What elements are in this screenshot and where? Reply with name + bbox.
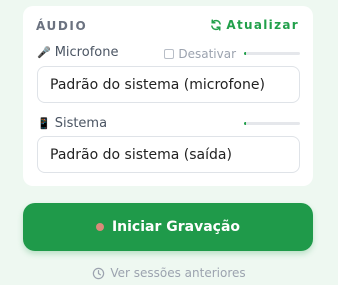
microphone-level-fill [244,52,247,55]
system-level-meter [244,122,300,125]
view-past-sessions-link[interactable]: Ver sessões anteriores [0,266,338,280]
start-recording-label: Iniciar Gravação [111,219,241,235]
microphone-label: 🎤 Microfone [37,45,118,60]
system-label: 📱 Sistema [37,116,107,131]
refresh-icon [211,19,222,31]
start-recording-button[interactable]: Iniciar Gravação [23,203,313,251]
system-level-fill [244,122,247,125]
audio-card: ÁUDIO Atualizar 🎤 Microfone Desativar Pa… [23,6,313,186]
phone-icon: 📱 [37,117,51,130]
view-past-sessions-label: Ver sessões anteriores [110,266,246,280]
section-title: ÁUDIO [36,19,88,33]
microphone-select[interactable]: Padrão do sistema (microfone) [37,66,300,103]
disable-microphone-checkbox[interactable] [164,49,175,59]
clock-icon [93,267,105,279]
system-select-value: Padrão do sistema (saída) [50,146,232,163]
record-dot-icon [95,223,104,231]
system-select[interactable]: Padrão do sistema (saída) [37,136,300,173]
microphone-icon: 🎤 [37,46,51,59]
system-label-text: Sistema [54,116,108,131]
microphone-level-meter [244,52,300,55]
microphone-select-value: Padrão do sistema (microfone) [50,76,265,93]
refresh-button[interactable]: Atualizar [210,18,299,32]
refresh-label: Atualizar [226,18,299,32]
disable-microphone-label: Desativar [178,47,236,61]
microphone-label-text: Microfone [54,45,119,60]
disable-microphone-toggle[interactable]: Desativar [164,47,236,61]
